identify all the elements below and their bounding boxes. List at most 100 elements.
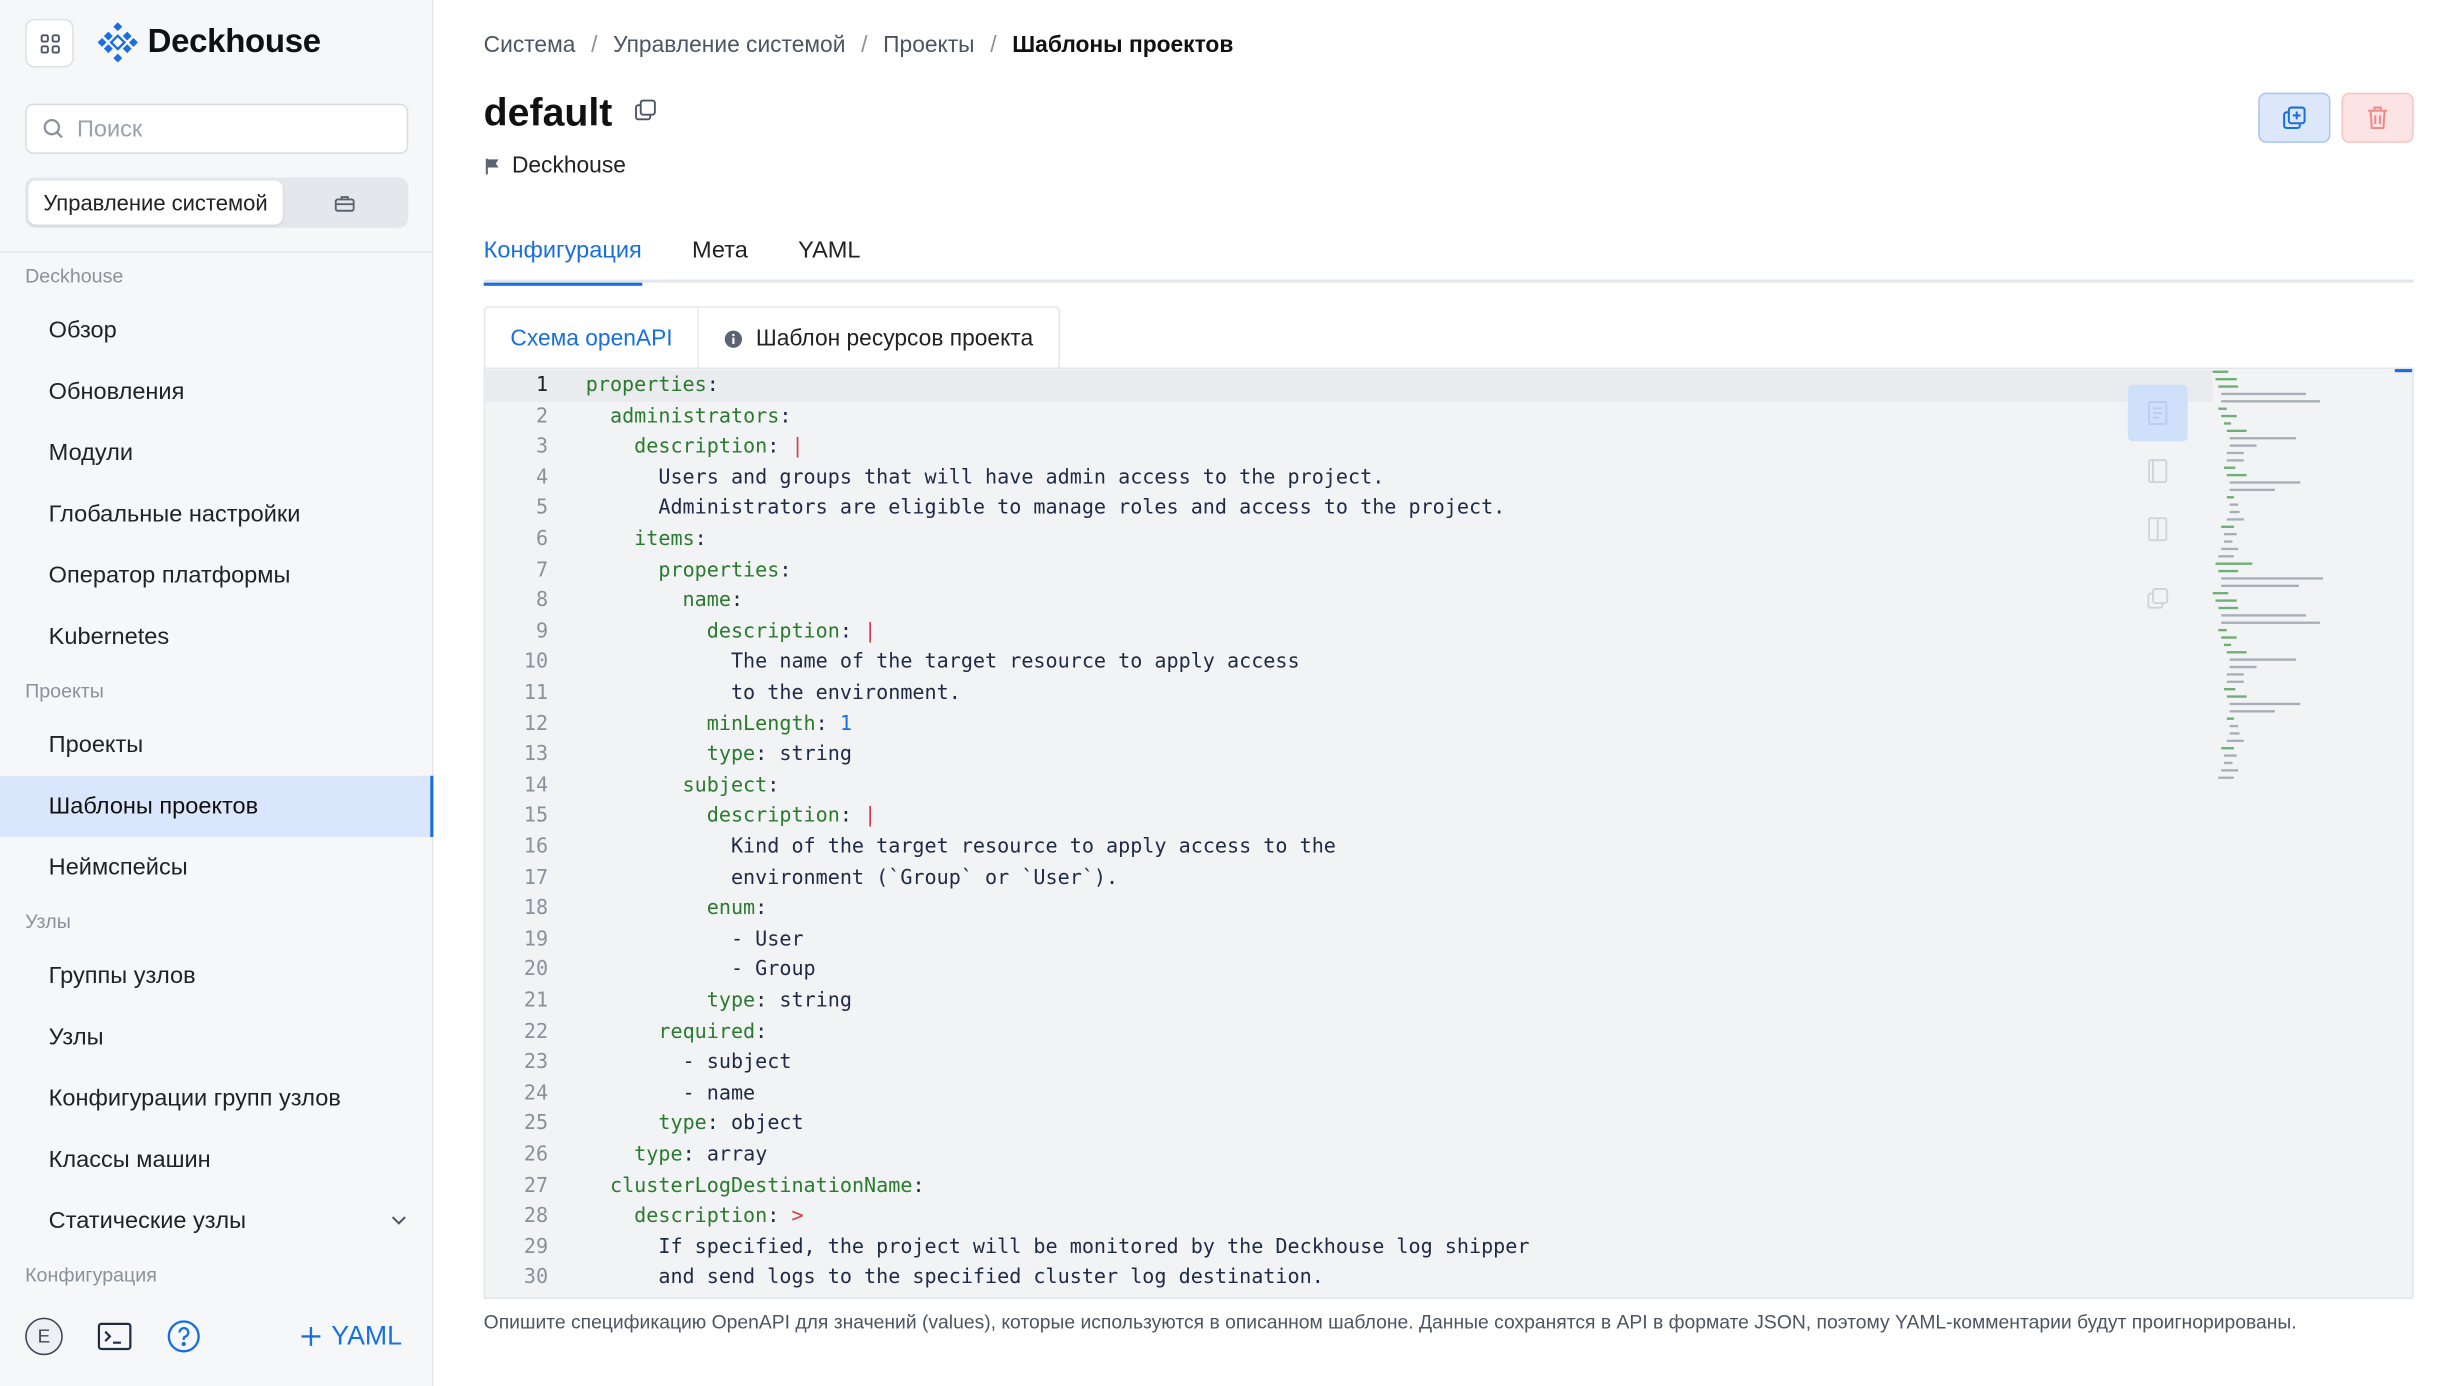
- sidebar-item[interactable]: Проекты: [0, 715, 433, 776]
- editor-copy-button[interactable]: [2128, 570, 2188, 627]
- help-button[interactable]: [166, 1319, 201, 1354]
- sidebar-item[interactable]: Обзор: [0, 300, 433, 361]
- minimap-line: [2221, 400, 2321, 403]
- minimap-line: [2229, 488, 2275, 492]
- minimap-line: [2226, 429, 2247, 433]
- code-line[interactable]: 17 environment (`Group` or `User`).: [485, 863, 2212, 894]
- line-number: 19: [523, 927, 549, 952]
- search-box[interactable]: [25, 103, 409, 154]
- code-line[interactable]: 24 - name: [485, 1079, 2212, 1110]
- sidebar-item[interactable]: Классы машин: [0, 1129, 433, 1190]
- sidebar-item[interactable]: Неймспейсы: [0, 837, 433, 898]
- code-line[interactable]: 16 Kind of the target resource to apply …: [485, 832, 2212, 863]
- breadcrumb-item[interactable]: Управление системой: [613, 33, 845, 58]
- app-logo[interactable]: Deckhouse: [97, 22, 321, 63]
- delete-button[interactable]: [2341, 92, 2414, 143]
- line-number: 25: [523, 1112, 549, 1137]
- code-text: description: |: [706, 804, 877, 829]
- code-text: type: object: [658, 1112, 804, 1137]
- code-line[interactable]: 6 items:: [485, 525, 2212, 556]
- code-text: - Group: [585, 958, 816, 983]
- sidebar-item[interactable]: Kubernetes: [0, 606, 433, 667]
- code-line[interactable]: 15 description: |: [485, 802, 2212, 833]
- add-yaml-button[interactable]: YAML: [300, 1321, 402, 1352]
- code-line[interactable]: 4 Users and groups that will have admin …: [485, 463, 2212, 494]
- minimap-line: [2224, 466, 2236, 469]
- minimap-line: [2229, 437, 2297, 440]
- code-line[interactable]: 27 clusterLogDestinationName:: [485, 1171, 2212, 1202]
- tab-2[interactable]: YAML: [798, 229, 860, 282]
- minimap-line: [2226, 518, 2244, 521]
- user-avatar[interactable]: E: [25, 1317, 63, 1356]
- sidebar-item[interactable]: Группы узлов: [0, 945, 433, 1006]
- sidebar-item[interactable]: Оператор платформы: [0, 545, 433, 606]
- code-line[interactable]: 9 description: |: [485, 617, 2212, 648]
- code-line[interactable]: 28 description: >: [485, 1202, 2212, 1233]
- code-line[interactable]: 13 type: string: [485, 740, 2212, 771]
- code-text: - User: [585, 927, 804, 952]
- apps-menu-button[interactable]: [25, 18, 74, 68]
- subtab-openapi-schema[interactable]: Схема openAPI: [483, 306, 700, 370]
- breadcrumb-item[interactable]: Система: [484, 33, 576, 58]
- sidebar-item[interactable]: Шаблоны проектов: [0, 775, 434, 838]
- editor-minimap[interactable]: [2210, 369, 2402, 793]
- code-text: clusterLogDestinationName:: [609, 1174, 925, 1198]
- code-line[interactable]: 7 properties:: [485, 555, 2212, 586]
- code-line[interactable]: 29 If specified, the project will be mon…: [485, 1232, 2212, 1263]
- minimap-line: [2218, 776, 2234, 779]
- search-input[interactable]: [76, 115, 376, 143]
- mode-system-management[interactable]: Управление системой: [28, 180, 283, 225]
- mode-projects[interactable]: [283, 194, 405, 211]
- code-editor[interactable]: 1 properties: 2 administrators: 3 descripti…: [483, 367, 2414, 1299]
- sidebar-item[interactable]: Статические узлы: [0, 1190, 433, 1251]
- code-text: Kind of the target resource to apply acc…: [585, 835, 1336, 860]
- app-name: Deckhouse: [147, 23, 321, 60]
- code-line[interactable]: 25 type: object: [485, 1109, 2212, 1140]
- deckhouse-logo-icon: [97, 22, 138, 63]
- single-pane-icon: [2148, 459, 2168, 484]
- tab-0[interactable]: Конфигурация: [483, 229, 642, 286]
- editor-view-full-button[interactable]: [2127, 384, 2188, 442]
- code-line[interactable]: 8 name:: [485, 586, 2212, 617]
- subtab-resources-template[interactable]: Шаблон ресурсов проекта: [699, 306, 1060, 370]
- code-line[interactable]: 19 - User: [485, 925, 2212, 956]
- sidebar-item[interactable]: Модули: [0, 422, 433, 483]
- sidebar-item[interactable]: Конфигурации групп узлов: [0, 1068, 433, 1129]
- code-line[interactable]: 1 properties:: [485, 370, 2213, 402]
- minimap-scroll-indicator[interactable]: [2394, 369, 2413, 373]
- sidebar-item[interactable]: Обновления: [0, 361, 433, 422]
- duplicate-button[interactable]: [2258, 92, 2331, 143]
- main-content: Система / Управление системой / Проекты / Шабл…: [435, 0, 2464, 1386]
- editor-view-single-button[interactable]: [2128, 443, 2188, 500]
- breadcrumb-item[interactable]: Проекты: [883, 33, 974, 58]
- minimap-line: [2226, 651, 2247, 654]
- sidebar-footer: E YAML: [0, 1286, 433, 1386]
- code-line[interactable]: 10 The name of the target resource to ap…: [485, 648, 2212, 679]
- minimap-line: [2224, 532, 2237, 536]
- minimap-line: [2224, 643, 2232, 647]
- sidebar-item[interactable]: Узлы: [0, 1007, 433, 1068]
- code-text: to the environment.: [585, 681, 961, 706]
- terminal-button[interactable]: [97, 1322, 132, 1351]
- chevron-down-icon[interactable]: [389, 1190, 408, 1275]
- code-line[interactable]: 2 administrators:: [485, 401, 2212, 432]
- code-line[interactable]: 20 - Group: [485, 955, 2212, 986]
- code-line[interactable]: 22 required:: [485, 1017, 2212, 1048]
- code-line[interactable]: 5 Administrators are eligible to manage …: [485, 494, 2212, 525]
- code-line[interactable]: 11 to the environment.: [485, 678, 2212, 709]
- line-number: 4: [535, 466, 549, 490]
- editor-view-split-button[interactable]: [2128, 501, 2188, 558]
- code-line[interactable]: 12 minLength: 1: [485, 709, 2212, 740]
- sidebar-item[interactable]: Глобальные настройки: [0, 484, 433, 545]
- code-line[interactable]: 26 type: array: [485, 1140, 2212, 1171]
- line-number: 1: [535, 373, 549, 398]
- code-line[interactable]: 21 type: string: [485, 986, 2212, 1017]
- code-line[interactable]: 23 - subject: [485, 1048, 2212, 1079]
- code-line[interactable]: 30 and send logs to the specified cluste…: [485, 1263, 2212, 1294]
- code-line[interactable]: 14 subject:: [485, 771, 2212, 802]
- code-text: minLength: 1: [706, 712, 853, 736]
- code-line[interactable]: 18 enum:: [485, 894, 2212, 925]
- tab-1[interactable]: Мета: [692, 229, 748, 282]
- copy-title-button[interactable]: [634, 99, 656, 129]
- code-line[interactable]: 3 description: |: [485, 432, 2212, 463]
